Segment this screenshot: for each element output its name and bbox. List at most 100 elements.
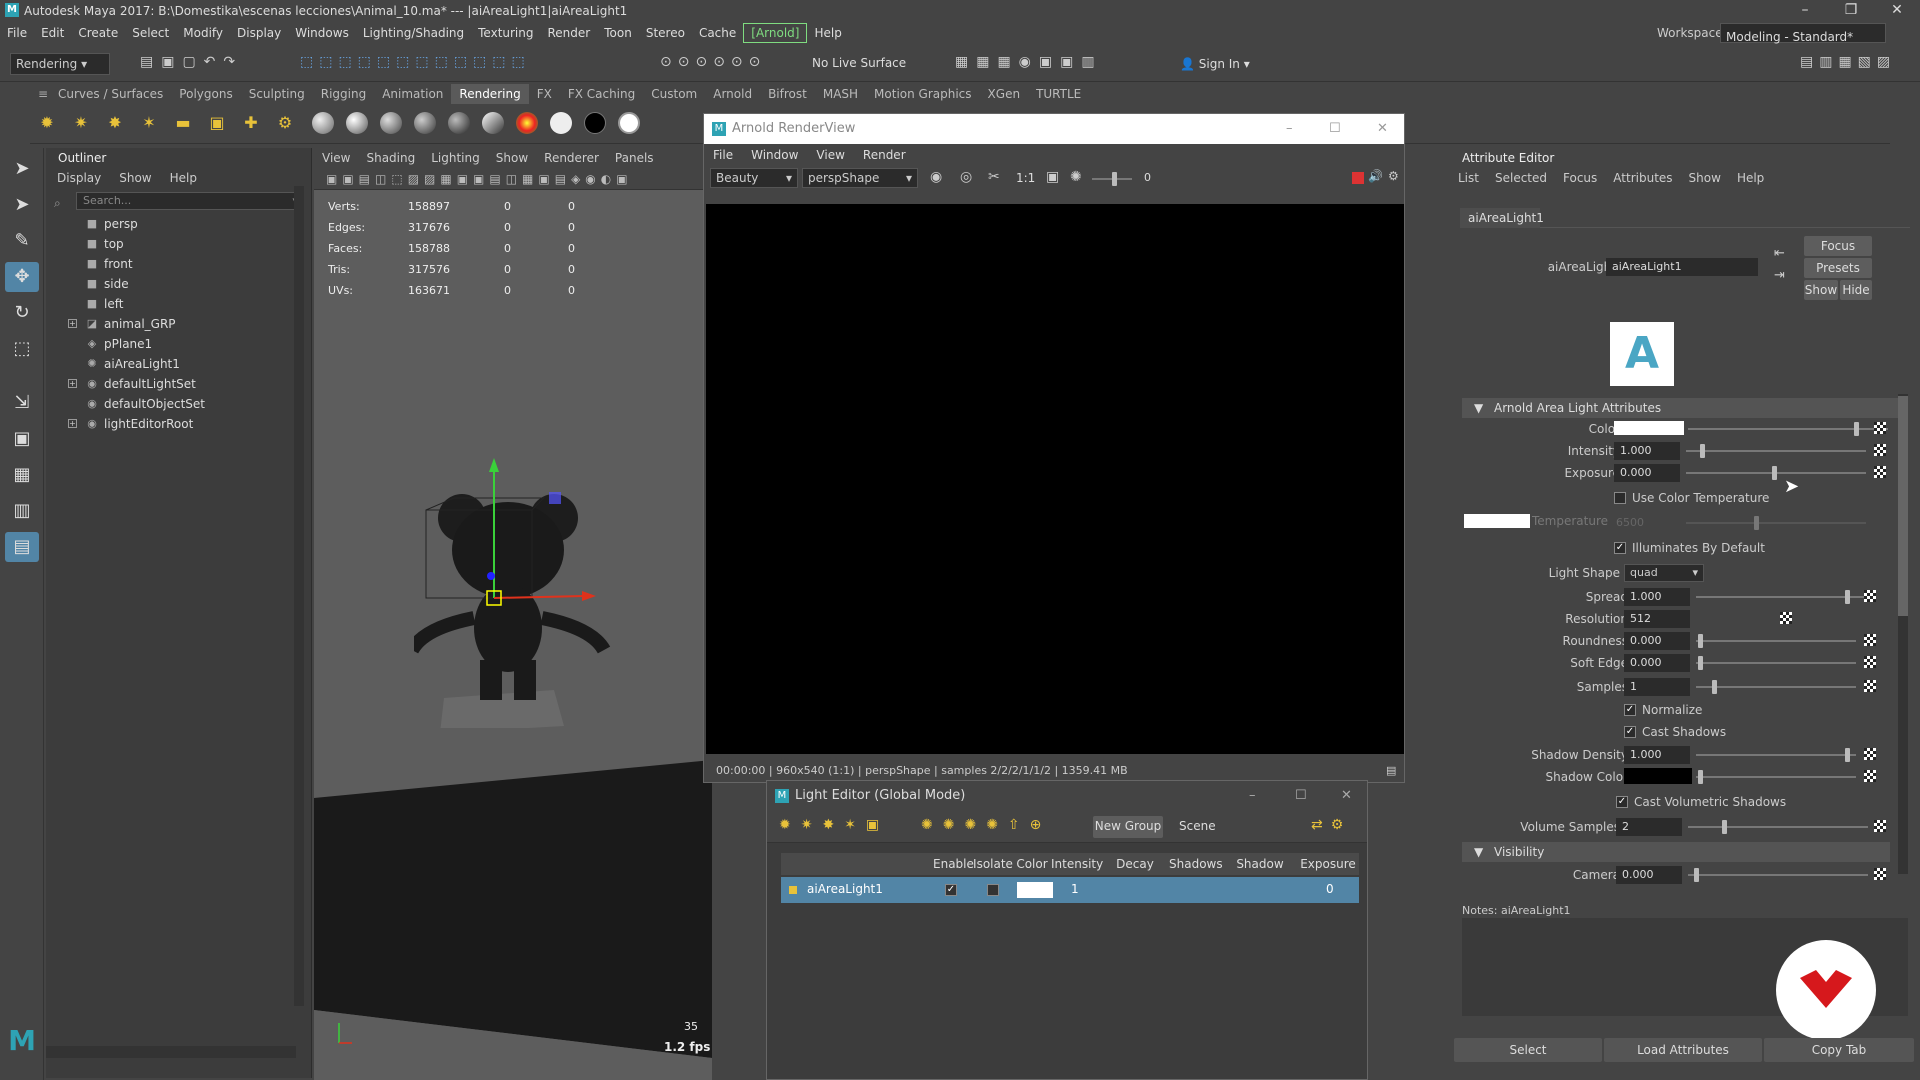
renderview-close-icon[interactable]: ✕ bbox=[1377, 114, 1388, 144]
light-exposure[interactable]: 0 bbox=[1326, 882, 1334, 896]
ae-node-tab[interactable]: aiAreaLight1 bbox=[1460, 208, 1544, 228]
outliner-hscrollbar[interactable] bbox=[46, 1046, 296, 1058]
render-refresh-icon[interactable]: ◉ bbox=[930, 169, 942, 185]
ramp-shader-icon[interactable] bbox=[515, 112, 538, 134]
render-settings-icon[interactable]: ⚙ bbox=[1388, 169, 1399, 183]
expand-icon[interactable]: + bbox=[68, 419, 77, 428]
roundness-map-button-icon[interactable] bbox=[1864, 634, 1876, 646]
load-attributes-button[interactable]: Load Attributes bbox=[1604, 1038, 1762, 1062]
focus-button[interactable]: Focus bbox=[1804, 236, 1872, 256]
go-to-output-icon[interactable]: ⇥ bbox=[1774, 268, 1785, 283]
shadow-color-map-button-icon[interactable] bbox=[1864, 770, 1876, 782]
show-button[interactable]: Show bbox=[1804, 280, 1838, 300]
samples-field[interactable]: 1 bbox=[1624, 678, 1690, 696]
volume-samples-field[interactable]: 2 bbox=[1616, 818, 1682, 836]
search-filter-icon[interactable]: ⌕ bbox=[54, 196, 61, 211]
enable-checkbox[interactable]: ✓ bbox=[945, 884, 957, 896]
shadow-density-map-button-icon[interactable] bbox=[1864, 748, 1876, 760]
phonge-icon[interactable] bbox=[413, 112, 436, 134]
snap-icons[interactable]: ⊙⊙⊙⊙⊙⊙ bbox=[660, 54, 766, 70]
volume-light-icon[interactable]: ▣ bbox=[204, 110, 230, 136]
col-isolate[interactable]: Isolate bbox=[973, 853, 1013, 875]
viewport-menu-lighting[interactable]: Lighting bbox=[423, 148, 488, 168]
renderview-menu-window[interactable]: Window bbox=[742, 144, 807, 166]
tab-rendering[interactable]: Rendering bbox=[451, 84, 529, 104]
anisotropic-icon[interactable] bbox=[447, 112, 470, 134]
list-item[interactable]: ■ left bbox=[46, 294, 311, 314]
soft-edge-field[interactable]: 0.000 bbox=[1624, 654, 1690, 672]
scale-tool-icon[interactable]: ⬚ bbox=[5, 334, 39, 364]
list-item[interactable]: ◉ defaultObjectSet bbox=[46, 394, 311, 414]
spread-slider[interactable] bbox=[1696, 596, 1866, 598]
node-name-field[interactable]: aiAreaLight1 bbox=[1606, 258, 1758, 276]
arnold-area-light-section[interactable]: ▼ Arnold Area Light Attributes bbox=[1462, 398, 1908, 418]
render-tools-icons[interactable]: ▦▦▦◉▣▣▥ bbox=[955, 54, 1103, 70]
shadow-color-slider-knob[interactable] bbox=[1698, 770, 1703, 784]
outliner-search-input[interactable]: Search...▾ bbox=[76, 192, 303, 210]
outliner-scrollbar[interactable] bbox=[294, 186, 304, 1006]
color-slider-knob[interactable] bbox=[1854, 422, 1859, 436]
rgb-channels-icon[interactable]: ◎ bbox=[960, 169, 972, 185]
frame-all-icon[interactable]: ▣ bbox=[1046, 169, 1059, 185]
file-tools-icons[interactable]: ▤▣▢↶↷ bbox=[140, 54, 243, 70]
visibility-section[interactable]: ▼ Visibility bbox=[1462, 842, 1890, 862]
volume-samples-slider[interactable] bbox=[1688, 826, 1868, 828]
viewport-menu-panels[interactable]: Panels bbox=[607, 148, 662, 168]
lasso-tool-icon[interactable]: ➤ bbox=[5, 190, 39, 220]
select-tool-icon[interactable]: ➤ bbox=[5, 154, 39, 184]
exposure-icon[interactable]: ✺ bbox=[1070, 169, 1082, 185]
tab-polygons[interactable]: Polygons bbox=[171, 84, 240, 104]
cast-volumetric-shadows-checkbox[interactable]: ✓ bbox=[1616, 796, 1628, 808]
crop-region-icon[interactable]: ✂ bbox=[988, 169, 1000, 185]
shelf-menu-icon[interactable]: ≡ bbox=[30, 84, 50, 104]
ae-scrollbar[interactable] bbox=[1898, 394, 1908, 874]
roundness-field[interactable]: 0.000 bbox=[1624, 632, 1690, 650]
hypershade-icon[interactable]: ⚙ bbox=[272, 110, 298, 136]
minimize-icon[interactable]: – bbox=[1782, 0, 1828, 22]
spread-map-button-icon[interactable] bbox=[1864, 590, 1876, 602]
menu-windows[interactable]: Windows bbox=[288, 22, 356, 44]
menu-create[interactable]: Create bbox=[71, 22, 125, 44]
camera-visibility-map-button-icon[interactable] bbox=[1874, 868, 1886, 880]
spot-light-icon[interactable]: ✷ bbox=[68, 110, 94, 136]
ambient-light-icon[interactable]: ✶ bbox=[136, 110, 162, 136]
camera-visibility-slider[interactable] bbox=[1688, 874, 1868, 876]
phong-icon[interactable] bbox=[379, 112, 402, 134]
area-light-manipulator[interactable] bbox=[414, 448, 634, 628]
menu-toon[interactable]: Toon bbox=[597, 22, 639, 44]
color-map-button-icon[interactable] bbox=[1874, 422, 1886, 434]
ae-menu-focus[interactable]: Focus bbox=[1555, 168, 1605, 188]
menu-select[interactable]: Select bbox=[125, 22, 176, 44]
tab-sculpting[interactable]: Sculpting bbox=[241, 84, 313, 104]
renderview-menu-file[interactable]: File bbox=[704, 144, 742, 166]
roundness-slider[interactable] bbox=[1696, 640, 1856, 642]
render-canvas[interactable] bbox=[706, 204, 1404, 754]
sign-in-button[interactable]: 👤 Sign In ▾ bbox=[1180, 53, 1300, 75]
selection-mode-icons[interactable]: ⬚⬚⬚⬚⬚⬚⬚⬚⬚⬚⬚⬚ bbox=[300, 54, 531, 70]
shadow-density-field[interactable]: 1.000 bbox=[1624, 746, 1690, 764]
col-shadows[interactable]: Shadows bbox=[1169, 853, 1223, 875]
menu-cache[interactable]: Cache bbox=[692, 22, 743, 44]
menu-help[interactable]: Help bbox=[807, 22, 848, 44]
viewport-menu-show[interactable]: Show bbox=[488, 148, 536, 168]
restore-icon[interactable]: ❐ bbox=[1828, 0, 1874, 22]
menu-display[interactable]: Display bbox=[230, 22, 288, 44]
spread-field[interactable]: 1.000 bbox=[1624, 588, 1690, 606]
ae-menu-selected[interactable]: Selected bbox=[1487, 168, 1555, 188]
list-item[interactable]: ■ top bbox=[46, 234, 311, 254]
tab-motion-graphics[interactable]: Motion Graphics bbox=[866, 84, 980, 104]
tab-mash[interactable]: MASH bbox=[815, 84, 866, 104]
intensity-field[interactable]: 1.000 bbox=[1614, 442, 1680, 460]
move-tool-icon[interactable]: ✥ bbox=[5, 262, 39, 292]
tab-xgen[interactable]: XGen bbox=[980, 84, 1029, 104]
tab-bifrost[interactable]: Bifrost bbox=[760, 84, 815, 104]
light-editor-close-icon[interactable]: ✕ bbox=[1341, 781, 1352, 811]
light-shape-dropdown[interactable]: quad ▾ bbox=[1624, 564, 1704, 582]
go-to-input-icon[interactable]: ⇤ bbox=[1774, 246, 1785, 261]
exposure-slider-knob[interactable] bbox=[1112, 172, 1117, 186]
last-tool-icon[interactable]: ⇲ bbox=[5, 388, 39, 418]
col-color[interactable]: Color bbox=[1015, 853, 1049, 875]
tab-turtle[interactable]: TURTLE bbox=[1028, 84, 1089, 104]
renderview-menu-view[interactable]: View bbox=[807, 144, 853, 166]
aov-dropdown[interactable]: Beauty ▾ bbox=[710, 168, 798, 188]
